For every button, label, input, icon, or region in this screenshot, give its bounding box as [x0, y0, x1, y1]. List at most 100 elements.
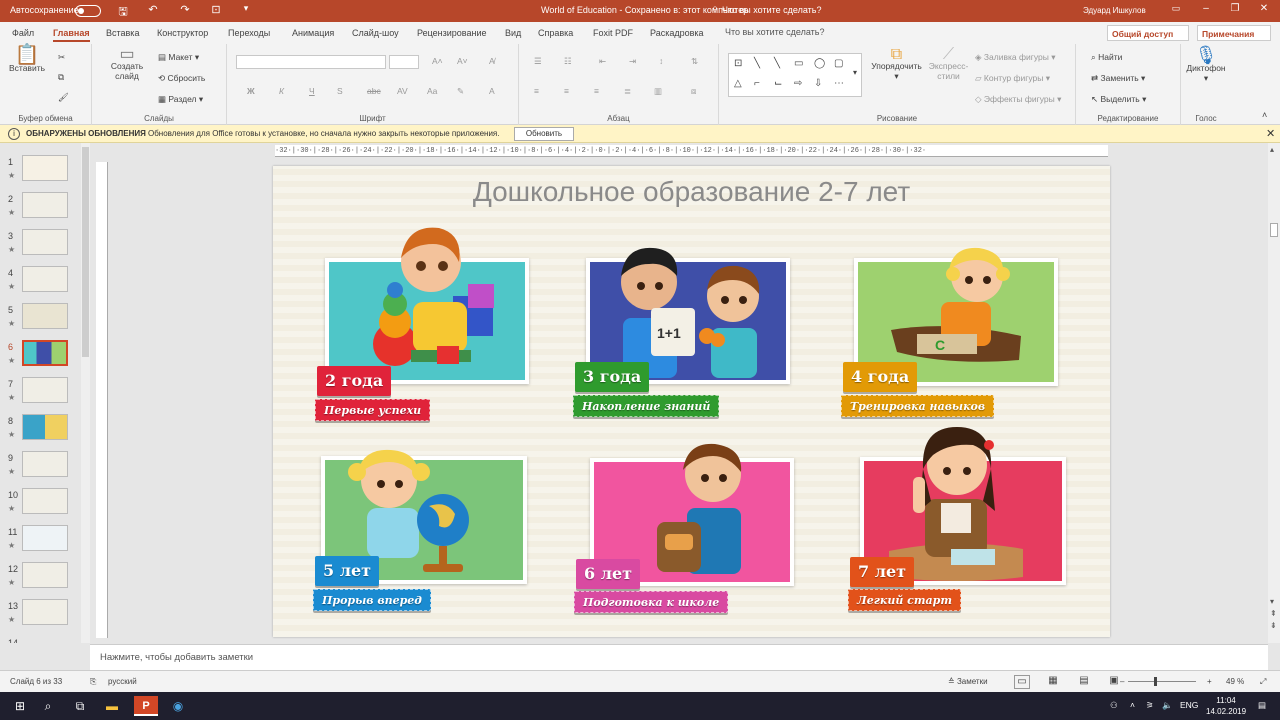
user-name[interactable]: Эдуард Ишкулов — [1083, 6, 1146, 15]
align-right-icon[interactable]: ≡ — [594, 86, 599, 96]
slide-thumbnail[interactable]: 1 ★ — [0, 155, 80, 191]
tab-storyboard[interactable]: Раскадровка — [650, 28, 704, 38]
age-caption[interactable]: Прорыв вперед — [313, 589, 431, 611]
bullets-icon[interactable]: ☰ — [534, 56, 542, 67]
find-button[interactable]: ⌕ Найти — [1091, 52, 1122, 63]
outdent-icon[interactable]: ⇥ — [629, 56, 636, 67]
gallery-expand-icon[interactable]: ▾ — [853, 68, 857, 77]
search-icon[interactable]: ⌕ — [707, 3, 723, 14]
zoom-out-icon[interactable]: – — [1120, 677, 1124, 686]
comments-button[interactable]: Примечания — [1197, 25, 1271, 41]
system-clock[interactable]: 11:04 14.02.2019 — [1206, 695, 1246, 717]
shapes-gallery[interactable]: ⊡ ╲ ╲ ▭ ◯ ▢ △ ⌐ ⌙ ⇨ ⇩ ⋯ ▾ — [728, 53, 862, 97]
collapse-ribbon-icon[interactable]: ˄ — [1262, 110, 1267, 120]
age-caption[interactable]: Легкий старт — [848, 589, 961, 611]
network-icon[interactable]: ⚞ — [1146, 700, 1154, 711]
underline-icon[interactable]: Ч — [309, 86, 315, 96]
textbox-shape-icon[interactable]: ⊡ — [734, 58, 742, 69]
prev-slide-icon[interactable]: ⇞ — [1270, 609, 1277, 618]
line-spacing-icon[interactable]: ↕ — [659, 56, 663, 66]
align-left-icon[interactable]: ≡ — [534, 86, 539, 96]
scroll-thumb[interactable] — [1270, 223, 1278, 237]
slide-thumbnail[interactable]: 11 ★ — [0, 525, 80, 561]
format-painter-icon[interactable]: 🖌 — [58, 92, 69, 103]
age-badge[interactable]: 7 лет — [850, 557, 915, 587]
align-center-icon[interactable]: ≡ — [564, 86, 569, 96]
layout-button[interactable]: ▤ Макет ▾ — [158, 52, 199, 63]
share-button[interactable]: Общий доступ — [1107, 25, 1189, 41]
slide-thumbnail[interactable]: 2 ★ — [0, 192, 80, 228]
decrease-font-icon[interactable]: A˅ — [457, 56, 468, 66]
age-caption[interactable]: Первые успехи — [315, 399, 431, 421]
arrow-line-shape-icon[interactable]: ╲ — [774, 58, 780, 69]
slide-thumbnail[interactable]: 3 ★ — [0, 229, 80, 265]
thumbnails-scrollbar[interactable] — [81, 143, 90, 643]
normal-view-icon[interactable]: ▭ — [1014, 675, 1030, 689]
tab-design[interactable]: Конструктор — [157, 28, 208, 38]
tab-review[interactable]: Рецензирование — [417, 28, 487, 38]
cut-icon[interactable]: ✂ — [58, 52, 65, 63]
age-badge[interactable]: 5 лет — [315, 556, 380, 586]
rounded-rect-shape-icon[interactable]: ▢ — [834, 58, 843, 69]
shadow-icon[interactable]: S — [337, 86, 343, 96]
highlight-icon[interactable]: ✎ — [457, 86, 464, 97]
slide-thumbnail[interactable]: 9 ★ — [0, 451, 80, 487]
notes-toggle-button[interactable]: ≙ Заметки — [948, 677, 988, 686]
oval-shape-icon[interactable]: ◯ — [814, 58, 825, 69]
slide-thumbnail[interactable]: 5 ★ — [0, 303, 80, 339]
new-slide-button[interactable]: ▭ Создать слайд — [102, 47, 152, 82]
fit-slide-icon[interactable]: ⤢ — [1260, 677, 1266, 687]
font-family-dropdown[interactable] — [236, 55, 386, 69]
slide-thumbnail[interactable]: 4 ★ — [0, 266, 80, 302]
tab-foxit[interactable]: Foxit PDF — [593, 28, 633, 38]
text-direction-icon[interactable]: ⇅ — [691, 56, 698, 67]
slide-sorter-icon[interactable]: ▦ — [1045, 675, 1061, 689]
powerpoint-taskbar-icon[interactable]: P — [134, 696, 158, 716]
tab-transitions[interactable]: Переходы — [228, 28, 270, 38]
tab-animations[interactable]: Анимация — [292, 28, 334, 38]
font-size-dropdown[interactable] — [389, 55, 419, 69]
volume-icon[interactable]: 🔈 — [1162, 700, 1173, 711]
keyboard-language[interactable]: ENG — [1180, 700, 1198, 710]
right-arrow-shape-icon[interactable]: ⇨ — [794, 78, 802, 89]
arrange-button[interactable]: ⧉ Упорядочить ▾ — [869, 47, 924, 82]
tab-help[interactable]: Справка — [538, 28, 573, 38]
reading-view-icon[interactable]: ▤ — [1076, 675, 1092, 689]
tab-slideshow[interactable]: Слайд-шоу — [352, 28, 399, 38]
minimize-icon[interactable]: – — [1196, 3, 1216, 14]
slide-thumbnail[interactable]: 13 ★ — [0, 599, 80, 635]
notifications-icon[interactable]: ▤ — [1258, 700, 1266, 711]
shape-outline-button[interactable]: ▱ Контур фигуры ▾ — [975, 73, 1050, 84]
zoom-slider-thumb[interactable] — [1154, 677, 1157, 686]
file-explorer-icon[interactable]: ▬ — [100, 696, 124, 716]
age-badge[interactable]: 4 года — [843, 362, 918, 392]
age-badge[interactable]: 2 года — [317, 366, 392, 396]
tab-home[interactable]: Главная — [53, 28, 90, 42]
age-badge[interactable]: 6 лет — [576, 559, 641, 589]
present-icon[interactable]: ⊡ — [208, 3, 224, 16]
numbering-icon[interactable]: ☷ — [564, 56, 572, 67]
slide-thumbnail[interactable]: 14 — [0, 636, 80, 643]
age-caption[interactable]: Тренировка навыков — [841, 395, 995, 417]
tray-arrow-icon[interactable]: ˄ — [1130, 700, 1135, 710]
age-caption[interactable]: Подготовка к школе — [574, 591, 729, 613]
people-icon[interactable]: ⚇ — [1110, 700, 1118, 711]
connector-shape-icon[interactable]: ⌐ — [754, 78, 760, 89]
windows-start-icon[interactable]: ⊞ — [8, 696, 32, 716]
zoom-level[interactable]: 49 % — [1226, 677, 1244, 686]
replace-button[interactable]: ⇄ Заменить ▾ — [1091, 73, 1145, 84]
quick-styles-button[interactable]: ⟋ Экспресс-стили — [926, 47, 971, 82]
search-icon[interactable]: ⌕ — [36, 696, 60, 716]
columns-icon[interactable]: ▥ — [654, 86, 662, 97]
spellcheck-icon[interactable]: ⎘ — [90, 677, 96, 687]
shape-effects-button[interactable]: ◇ Эффекты фигуры ▾ — [975, 94, 1061, 105]
indent-icon[interactable]: ⇤ — [599, 56, 606, 67]
spacing-icon[interactable]: AV — [397, 86, 408, 96]
strikethrough-icon[interactable]: abc — [367, 86, 381, 96]
elbow-shape-icon[interactable]: ⌙ — [774, 78, 782, 89]
section-button[interactable]: ▦ Раздел ▾ — [158, 94, 203, 105]
smartart-icon[interactable]: ⧈ — [691, 86, 696, 97]
slide-thumbnail-selected[interactable]: 6 ★ — [0, 340, 80, 376]
shape-fill-button[interactable]: ◈ Заливка фигуры ▾ — [975, 52, 1055, 63]
zoom-in-icon[interactable]: + — [1207, 677, 1212, 686]
